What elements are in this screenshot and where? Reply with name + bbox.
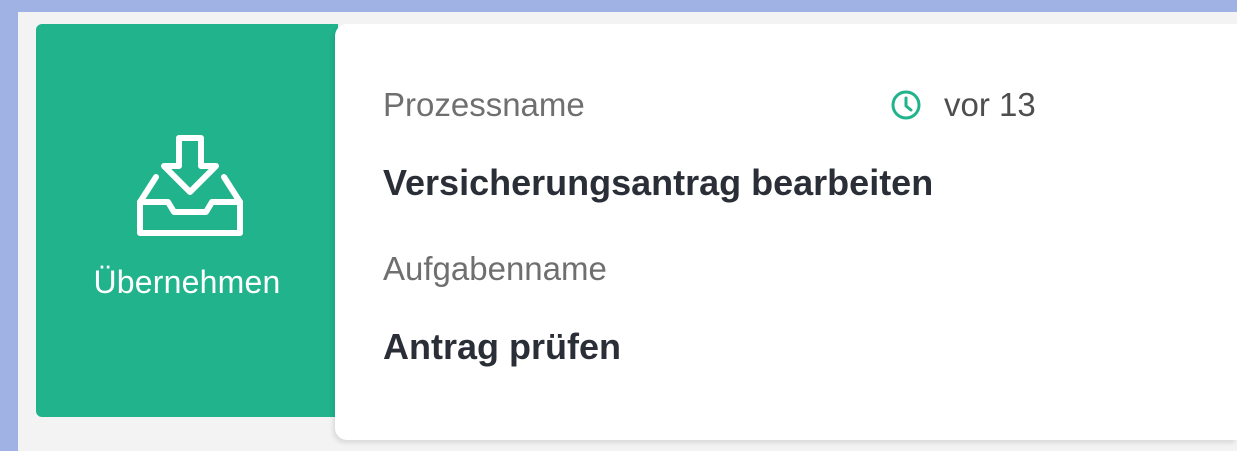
task-details: Prozessname vor 13 Versicherungsantrag b…: [335, 24, 1237, 440]
clock-icon: [891, 90, 921, 120]
created-time: vor 13: [890, 84, 1036, 126]
claim-task-label: Übernehmen: [93, 264, 281, 300]
created-time-text: vor 13: [944, 86, 1036, 123]
process-name-value: Versicherungsantrag bearbeiten: [383, 162, 934, 203]
task-name-value: Antrag prüfen: [383, 326, 621, 367]
task-list-panel: Übernehmen Prozessname vor 13 Versicheru…: [18, 12, 1237, 451]
task-card[interactable]: Übernehmen Prozessname vor 13 Versicheru…: [36, 24, 1237, 440]
process-name-label: Prozessname: [383, 86, 585, 123]
inbox-download-icon: [137, 135, 243, 236]
claim-task-button[interactable]: Übernehmen: [36, 24, 338, 417]
task-name-label: Aufgabenname: [383, 250, 607, 287]
